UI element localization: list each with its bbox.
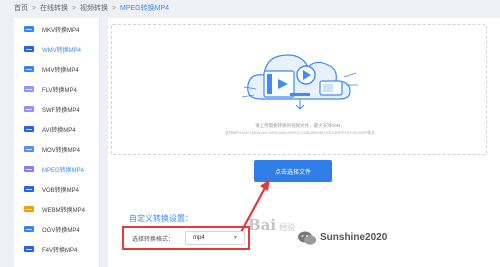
file-type-icon	[24, 26, 34, 32]
file-type-icon	[24, 206, 34, 212]
sidebar-item-swf[interactable]: SWF转换MP4	[14, 98, 100, 120]
sidebar-item-flv[interactable]: FLV转换MP4	[14, 78, 100, 100]
sidebar-item-webm[interactable]: WEBM转换MP4	[14, 198, 100, 220]
sidebar-item-mov[interactable]: MOV转换MP4	[14, 138, 100, 160]
file-type-icon	[24, 46, 34, 52]
upload-hint: 请上传需要转换的视频文件，最大支持20M，	[255, 123, 345, 128]
breadcrumb-separator: >	[71, 5, 77, 12]
sidebar-item-m4v[interactable]: M4V转换MP4	[14, 58, 100, 80]
wechat-account-name: Sunshine2020	[320, 232, 388, 243]
sidebar-item-mpeg[interactable]: MPEG转换MP4	[14, 158, 100, 180]
breadcrumb-home[interactable]: 首页	[14, 5, 28, 12]
sidebar-item-f4v[interactable]: F4V转换MP4	[14, 238, 100, 260]
sidebar-item-label: AVI转换MP4	[42, 127, 76, 134]
breadcrumb: 首页 > 在线转换 > 视频转换 > MPEG转换MP4	[14, 3, 169, 15]
file-type-icon	[24, 186, 34, 192]
breadcrumb-video-convert[interactable]: 视频转换	[80, 5, 108, 12]
file-type-icon	[24, 86, 34, 92]
sidebar-item-label: WMV转换MP4	[42, 47, 82, 54]
baidu-watermark: Bai 经验	[248, 216, 295, 234]
file-type-icon	[24, 246, 34, 252]
format-setting-highlight: 选择转换格式： mp4 ▼	[122, 226, 250, 250]
format-select-value: mp4	[193, 235, 205, 241]
sidebar-item-label: VOB转换MP4	[42, 187, 80, 194]
file-type-icon	[24, 226, 34, 232]
format-select[interactable]: mp4 ▼	[185, 231, 245, 245]
sidebar-item-label: WEBM转换MP4	[42, 207, 86, 214]
baidu-watermark-suffix: 经验	[279, 223, 296, 232]
sidebar-item-avi[interactable]: AVI转换MP4	[14, 118, 100, 140]
sidebar-item-wmv[interactable]: WMV转换MP4	[14, 38, 100, 60]
breadcrumb-current: MPEG转换MP4	[120, 5, 170, 12]
file-type-icon	[24, 126, 34, 132]
sidebar-item-ogv[interactable]: OGV转换MP4	[14, 218, 100, 240]
breadcrumb-separator: >	[31, 5, 37, 12]
wechat-icon	[298, 231, 316, 245]
file-type-icon	[24, 166, 34, 172]
sidebar-item-label: M4V转换MP4	[42, 67, 79, 74]
sidebar-item-mkv[interactable]: MKV转换MP4	[14, 18, 100, 40]
supported-formats-hint: 支持MP4,MKV,MOV,AVI,WMV,M4V,MPEG,VOB,WEBM,…	[224, 130, 376, 135]
sidebar-item-vob[interactable]: VOB转换MP4	[14, 178, 100, 200]
file-type-icon	[24, 146, 34, 152]
sidebar: MKV转换MP4 WMV转换MP4 M4V转换MP4 FLV转换MP4 SWF转…	[14, 18, 100, 267]
sidebar-item-label: SWF转换MP4	[42, 107, 80, 114]
sidebar-item-label: F4V转换MP4	[42, 247, 78, 254]
sidebar-item-label: FLV转换MP4	[42, 87, 77, 94]
sidebar-item-label: MKV转换MP4	[42, 27, 80, 34]
chevron-down-icon: ▼	[233, 235, 238, 241]
sidebar-item-label: MPEG转换MP4	[42, 167, 85, 174]
upload-dropzone[interactable]: 请上传需要转换的视频文件，最大支持20M， 支持MP4,MKV,MOV,AVI,…	[111, 24, 487, 155]
video-cloud-upload-icon	[241, 54, 358, 110]
baidu-watermark-text: Bai	[248, 216, 277, 234]
custom-settings-title: 自定义转换设置：	[129, 214, 193, 223]
breadcrumb-online-convert[interactable]: 在线转换	[40, 5, 68, 12]
file-type-icon	[24, 106, 34, 112]
sidebar-item-label: MOV转换MP4	[42, 147, 81, 154]
format-label: 选择转换格式：	[132, 237, 175, 243]
file-type-icon	[24, 66, 34, 72]
breadcrumb-separator: >	[111, 5, 117, 12]
sidebar-item-label: OGV转换MP4	[42, 227, 80, 234]
